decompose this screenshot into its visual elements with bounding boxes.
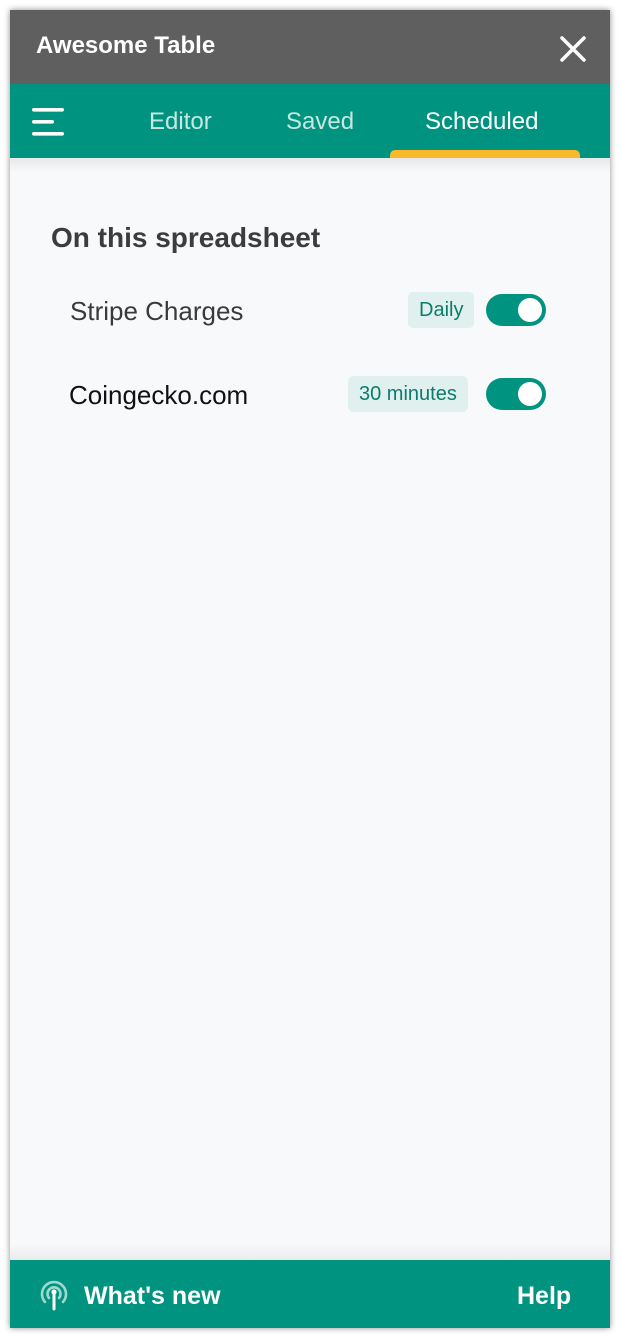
tab-scheduled[interactable]: Scheduled (425, 108, 538, 136)
active-tab-indicator (390, 150, 580, 158)
schedule-name: Stripe Charges (70, 296, 244, 326)
close-icon (560, 36, 586, 62)
awesome-table-sidebar: Awesome Table Editor Saved Scheduled On … (10, 10, 610, 1328)
frequency-badge: 30 minutes (348, 376, 468, 412)
schedule-toggle[interactable] (486, 294, 546, 326)
broadcast-icon (40, 1280, 68, 1311)
header-shadow (10, 158, 610, 172)
tab-bar: Editor Saved Scheduled (10, 84, 610, 158)
menu-button[interactable] (32, 106, 66, 138)
schedule-row-coingecko: Coingecko.com 30 minutes (10, 373, 610, 417)
toggle-knob (518, 382, 542, 406)
help-link[interactable]: Help (517, 1282, 571, 1311)
footer-shadow (10, 1244, 610, 1260)
whats-new-label: What's new (84, 1282, 221, 1310)
schedule-name: Coingecko.com (69, 380, 249, 410)
schedule-row-stripe-charges: Stripe Charges Daily (10, 289, 610, 333)
footer-bar: What's new Help (10, 1260, 610, 1328)
hamburger-menu-icon (32, 108, 64, 136)
tab-editor[interactable]: Editor (149, 108, 212, 136)
close-button[interactable] (556, 32, 590, 66)
frequency-badge: Daily (408, 292, 475, 328)
section-title: On this spreadsheet (51, 222, 321, 253)
app-title: Awesome Table (36, 32, 216, 59)
schedule-toggle[interactable] (486, 378, 546, 410)
toggle-knob (518, 298, 542, 322)
tab-saved[interactable]: Saved (286, 108, 354, 136)
title-bar: Awesome Table (10, 10, 610, 84)
